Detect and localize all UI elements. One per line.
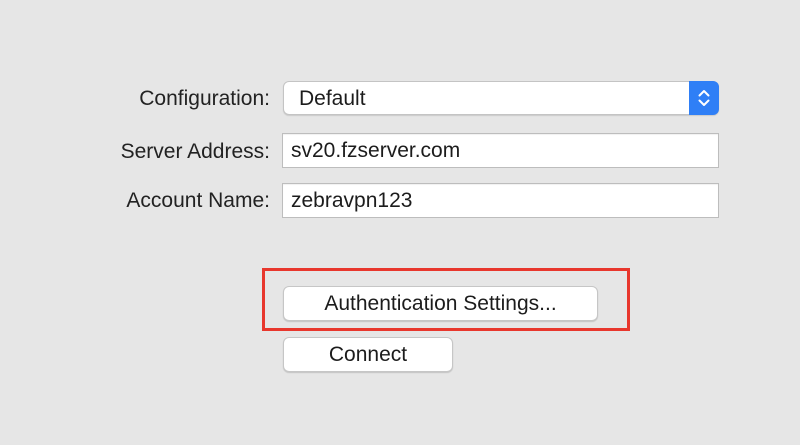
- account-name-label: Account Name:: [126, 189, 270, 212]
- server-address-field[interactable]: [282, 133, 719, 168]
- configuration-selected-value: Default: [299, 87, 366, 110]
- configuration-label: Configuration:: [139, 87, 270, 110]
- chevron-up-down-icon: [689, 81, 719, 115]
- authentication-settings-button[interactable]: Authentication Settings...: [283, 286, 598, 321]
- server-address-label: Server Address:: [120, 140, 270, 163]
- connect-button[interactable]: Connect: [283, 337, 453, 372]
- configuration-popup[interactable]: Default: [283, 81, 719, 115]
- account-name-field[interactable]: [282, 183, 719, 218]
